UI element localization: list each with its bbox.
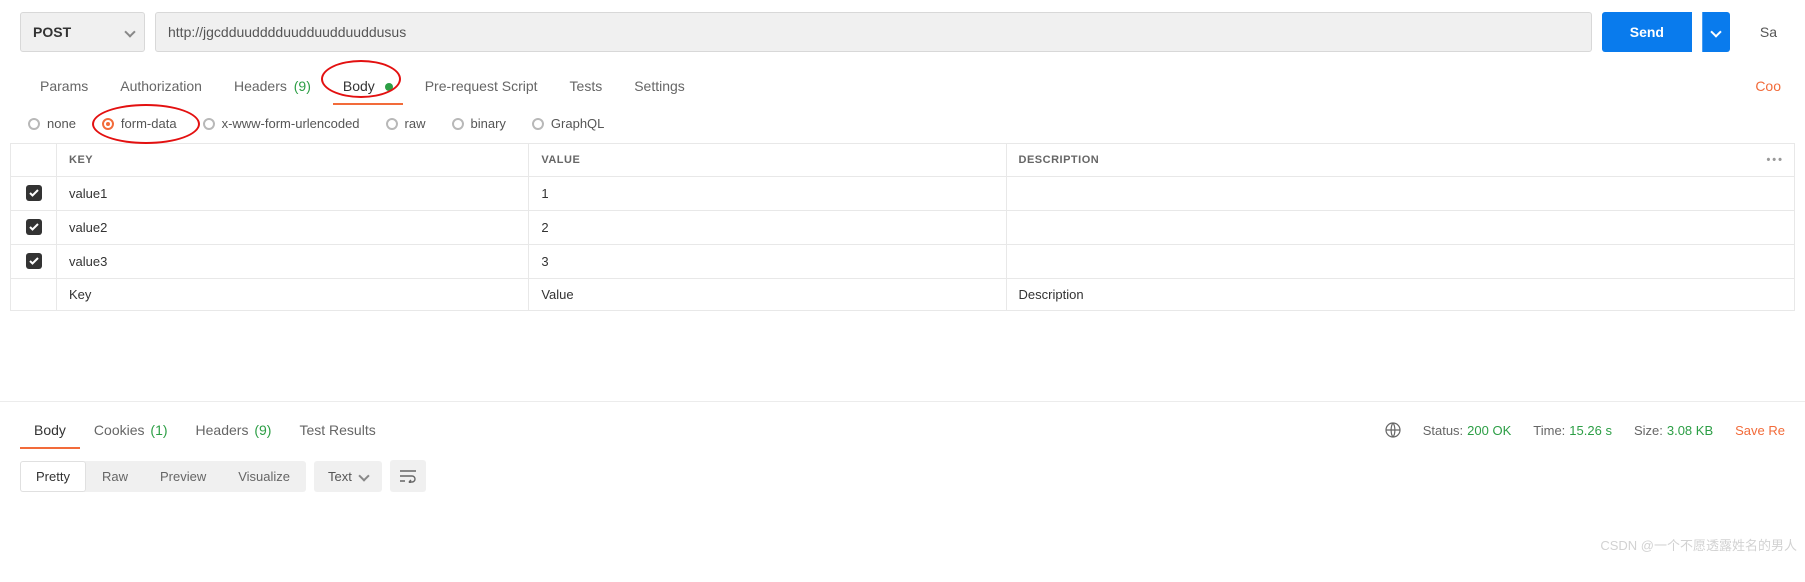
radio-raw[interactable]: raw [386, 116, 426, 131]
cell-key[interactable]: value2 [57, 211, 529, 245]
radio-icon [532, 118, 544, 130]
form-data-table: KEY VALUE DESCRIPTION ••• value1 1 value… [10, 143, 1795, 311]
body-type-radios: none form-data x-www-form-urlencoded raw… [0, 104, 1805, 143]
checkbox-icon[interactable] [26, 185, 42, 201]
send-dropdown-button[interactable] [1702, 12, 1730, 52]
cell-key[interactable]: value1 [57, 177, 529, 211]
watermark: CSDN @一个不愿透露姓名的男人 [1600, 535, 1797, 554]
bulk-edit-icon[interactable]: ••• [1766, 154, 1784, 166]
col-key: KEY [57, 144, 529, 177]
response-tabs: Body Cookies (1) Headers (9) Test Result… [0, 402, 1805, 448]
chevron-down-icon [358, 470, 369, 481]
radio-icon [102, 118, 114, 130]
tab-prerequest[interactable]: Pre-request Script [409, 68, 554, 104]
radio-icon [203, 118, 215, 130]
url-value: http://jgcdduudddduudduudduuddusus [168, 24, 406, 40]
url-input[interactable]: http://jgcdduudddduudduudduuddusus [155, 12, 1592, 52]
view-mode-segment: Pretty Raw Preview Visualize [20, 461, 306, 492]
cell-desc[interactable] [1006, 245, 1794, 279]
cell-value[interactable]: 1 [529, 177, 1006, 211]
cell-key[interactable]: value3 [57, 245, 529, 279]
view-preview[interactable]: Preview [144, 461, 222, 492]
radio-icon [452, 118, 464, 130]
tab-authorization[interactable]: Authorization [104, 68, 218, 104]
checkbox-icon[interactable] [26, 219, 42, 235]
view-pretty[interactable]: Pretty [20, 461, 86, 492]
cookies-link[interactable]: Coo [1755, 68, 1781, 104]
col-desc: DESCRIPTION ••• [1006, 144, 1794, 177]
table-row[interactable]: value1 1 [11, 177, 1795, 211]
rtab-cookies[interactable]: Cookies (1) [80, 412, 182, 448]
cell-desc[interactable] [1006, 177, 1794, 211]
radio-binary[interactable]: binary [452, 116, 506, 131]
view-raw[interactable]: Raw [86, 461, 144, 492]
table-row[interactable]: value3 3 [11, 245, 1795, 279]
cell-value[interactable]: 3 [529, 245, 1006, 279]
cell-value-placeholder[interactable]: Value [529, 279, 1006, 311]
radio-none[interactable]: none [28, 116, 76, 131]
wrap-icon [399, 469, 417, 483]
globe-icon[interactable] [1385, 422, 1401, 438]
cell-value[interactable]: 2 [529, 211, 1006, 245]
headers-count: (9) [294, 78, 311, 94]
col-check [11, 144, 57, 177]
radio-form-data[interactable]: form-data [102, 116, 177, 131]
tab-settings[interactable]: Settings [618, 68, 701, 104]
method-value: POST [33, 24, 71, 40]
rtab-tests[interactable]: Test Results [285, 412, 389, 448]
chevron-down-icon [1711, 26, 1722, 37]
rtab-body[interactable]: Body [20, 412, 80, 448]
time-meta: Time:15.26 s [1533, 423, 1612, 438]
rtab-headers[interactable]: Headers (9) [182, 412, 286, 448]
size-meta: Size:3.08 KB [1634, 423, 1713, 438]
response-view-bar: Pretty Raw Preview Visualize Text [0, 448, 1805, 504]
cell-desc-placeholder[interactable]: Description [1006, 279, 1794, 311]
cell-desc[interactable] [1006, 211, 1794, 245]
radio-graphql[interactable]: GraphQL [532, 116, 604, 131]
checkbox-icon[interactable] [26, 253, 42, 269]
format-select[interactable]: Text [314, 461, 382, 492]
save-button[interactable]: Sa [1752, 12, 1785, 52]
method-select[interactable]: POST [20, 12, 145, 52]
view-visualize[interactable]: Visualize [222, 461, 306, 492]
body-indicator-dot [385, 83, 393, 91]
wrap-lines-button[interactable] [390, 460, 426, 492]
status-meta: Status:200 OK [1423, 423, 1512, 438]
tab-params[interactable]: Params [24, 68, 104, 104]
col-value: VALUE [529, 144, 1006, 177]
save-response-button[interactable]: Save Re [1735, 423, 1785, 438]
tab-tests[interactable]: Tests [554, 68, 619, 104]
table-row[interactable]: value2 2 [11, 211, 1795, 245]
cell-key-placeholder[interactable]: Key [57, 279, 529, 311]
chevron-down-icon [124, 26, 135, 37]
tab-body[interactable]: Body [327, 68, 409, 104]
request-tabs: Params Authorization Headers (9) Body Pr… [0, 60, 1805, 104]
radio-icon [28, 118, 40, 130]
radio-icon [386, 118, 398, 130]
table-row-new[interactable]: Key Value Description [11, 279, 1795, 311]
send-button[interactable]: Send [1602, 12, 1692, 52]
tab-headers[interactable]: Headers (9) [218, 68, 327, 104]
radio-urlencoded[interactable]: x-www-form-urlencoded [203, 116, 360, 131]
